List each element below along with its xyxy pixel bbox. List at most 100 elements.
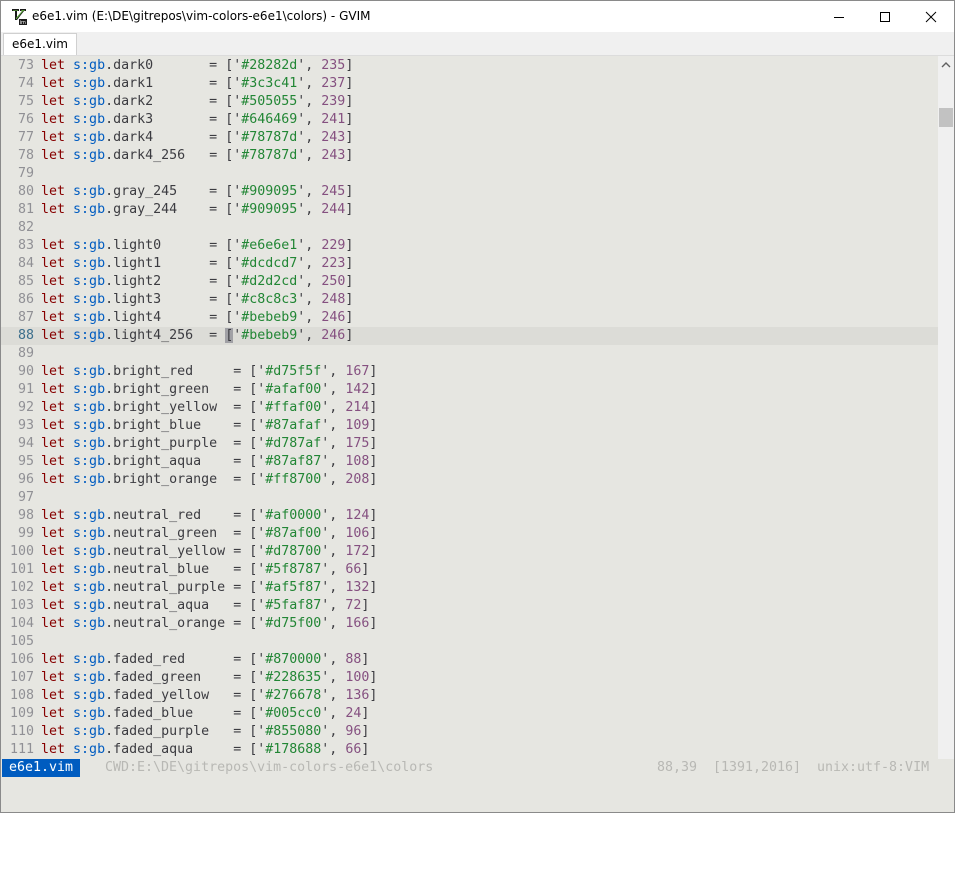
color-number: 214 [345,400,370,415]
code-line[interactable]: 104 let s:gb.neutral_orange = ['#d75f00',… [1,615,938,633]
assign-operator: = [233,598,250,613]
code-line[interactable]: 82 [1,219,938,237]
scope-prefix: s:gb [73,310,106,325]
assign-operator: = [209,328,226,343]
code-line[interactable]: 80 let s:gb.gray_245 = ['#909095', 245] [1,183,938,201]
keyword-let: let [41,472,66,487]
code-line[interactable]: 81 let s:gb.gray_244 = ['#909095', 244] [1,201,938,219]
variable-name: gray_245 [113,184,178,199]
code-line[interactable]: 100 let s:gb.neutral_yellow = ['#d78700',… [1,543,938,561]
keyword-let: let [41,688,66,703]
comma: , [329,616,346,631]
keyword-let: let [41,310,66,325]
keyword-let: let [41,562,66,577]
keyword-let: let [41,274,66,289]
keyword-let: let [41,400,66,415]
code-line[interactable]: 99 let s:gb.neutral_green = ['#87af00', 1… [1,525,938,543]
code-line[interactable]: 86 let s:gb.light3 = ['#c8c8c3', 248] [1,291,938,309]
keyword-let: let [41,112,66,127]
tab-e6e1-vim[interactable]: e6e1.vim [3,33,77,55]
scope-prefix: s:gb [73,382,106,397]
maximize-button[interactable] [862,1,908,32]
dot-operator: . [105,130,114,145]
code-line[interactable]: 105 [1,633,938,651]
dot-operator: . [105,454,114,469]
variable-name: bright_green [113,382,210,397]
editor-buffer[interactable]: 73 let s:gb.dark0 = ['#28282d', 235] 74 let… [1,56,938,759]
line-number: 77 [17,130,34,145]
code-line[interactable]: 91 let s:gb.bright_green = ['#afaf00', 14… [1,381,938,399]
assign-operator: = [209,76,226,91]
scrollbar-thumb[interactable] [939,108,953,127]
code-line[interactable]: 103 let s:gb.neutral_aqua = ['#5faf87', 7… [1,597,938,615]
code-line[interactable]: 90 let s:gb.bright_red = ['#d75f5f', 167] [1,363,938,381]
color-number: 142 [345,382,370,397]
list-open-bracket: [ [225,130,234,145]
close-button[interactable] [908,1,954,32]
list-close-bracket: ] [345,292,354,307]
command-line[interactable] [1,777,954,812]
code-line[interactable]: 111 let s:gb.faded_aqua = ['#178688', 66] [1,741,938,759]
code-line[interactable]: 92 let s:gb.bright_yellow = ['#ffaf00', 2… [1,399,938,417]
code-line[interactable]: 98 let s:gb.neutral_red = ['#af0000', 124… [1,507,938,525]
variable-name: bright_aqua [113,454,202,469]
comma: , [305,310,322,325]
scope-prefix: s:gb [73,616,106,631]
color-number: 175 [345,436,370,451]
code-line[interactable]: 95 let s:gb.bright_aqua = ['#87af87', 108… [1,453,938,471]
variable-name: faded_green [113,670,202,685]
vertical-scrollbar[interactable] [938,56,954,759]
list-close-bracket: ] [369,526,378,541]
code-line[interactable]: 96 let s:gb.bright_orange = ['#ff8700', 2… [1,471,938,489]
code-line[interactable]: 87 let s:gb.light4 = ['#bebeb9', 246] [1,309,938,327]
code-line[interactable]: 79 [1,165,938,183]
minimize-button[interactable] [816,1,862,32]
code-line[interactable]: 109 let s:gb.faded_blue = ['#005cc0', 24] [1,705,938,723]
code-line[interactable]: 77 let s:gb.dark4 = ['#78787d', 243] [1,129,938,147]
assign-operator: = [209,148,226,163]
code-line[interactable]: 74 let s:gb.dark1 = ['#3c3c41', 237] [1,75,938,93]
comma: , [329,544,346,559]
variable-name: dark2 [113,94,154,109]
variable-name: faded_red [113,652,186,667]
variable-name: neutral_green [113,526,218,541]
scope-prefix: s:gb [73,202,106,217]
svg-text:im: im [20,20,26,25]
code-line[interactable]: 76 let s:gb.dark3 = ['#646469', 241] [1,111,938,129]
hex-color-string: #3c3c41 [241,76,298,91]
code-line[interactable]: 102 let s:gb.neutral_purple = ['#af5f87',… [1,579,938,597]
list-open-bracket: [ [225,202,234,217]
scroll-up-button[interactable] [938,56,954,73]
code-line[interactable]: 75 let s:gb.dark2 = ['#505055', 239] [1,93,938,111]
title-bar[interactable]: im e6e1.vim (E:\DE\gitrepos\vim-colors-e… [1,1,954,32]
code-line[interactable]: 84 let s:gb.light1 = ['#dcdcd7', 223] [1,255,938,273]
code-line[interactable]: 108 let s:gb.faded_yellow = ['#276678', 1… [1,687,938,705]
code-line[interactable]: 93 let s:gb.bright_blue = ['#87afaf', 109… [1,417,938,435]
assign-operator: = [233,382,250,397]
scope-prefix: s:gb [73,670,106,685]
code-line[interactable]: 101 let s:gb.neutral_blue = ['#5f8787', 6… [1,561,938,579]
code-line[interactable]: 88 let s:gb.light4_256 = ['#bebeb9', 246] [1,327,938,345]
code-line[interactable]: 97 [1,489,938,507]
dot-operator: . [105,418,114,433]
code-line[interactable]: 110 let s:gb.faded_purple = ['#855080', 9… [1,723,938,741]
line-number: 95 [17,454,34,469]
comma: , [305,274,322,289]
code-line[interactable]: 85 let s:gb.light2 = ['#d2d2cd', 250] [1,273,938,291]
keyword-let: let [41,454,66,469]
color-number: 246 [321,310,346,325]
hex-color-string: #bebeb9 [241,328,298,343]
code-line[interactable]: 73 let s:gb.dark0 = ['#28282d', 235] [1,57,938,75]
code-line[interactable]: 107 let s:gb.faded_green = ['#228635', 10… [1,669,938,687]
code-line[interactable]: 83 let s:gb.light0 = ['#e6e6e1', 229] [1,237,938,255]
code-line[interactable]: 94 let s:gb.bright_purple = ['#d787af', 1… [1,435,938,453]
color-number: 208 [345,472,370,487]
code-line[interactable]: 89 [1,345,938,363]
variable-name: dark3 [113,112,154,127]
code-line[interactable]: 106 let s:gb.faded_red = ['#870000', 88] [1,651,938,669]
code-line[interactable]: 78 let s:gb.dark4_256 = ['#78787d', 243] [1,147,938,165]
